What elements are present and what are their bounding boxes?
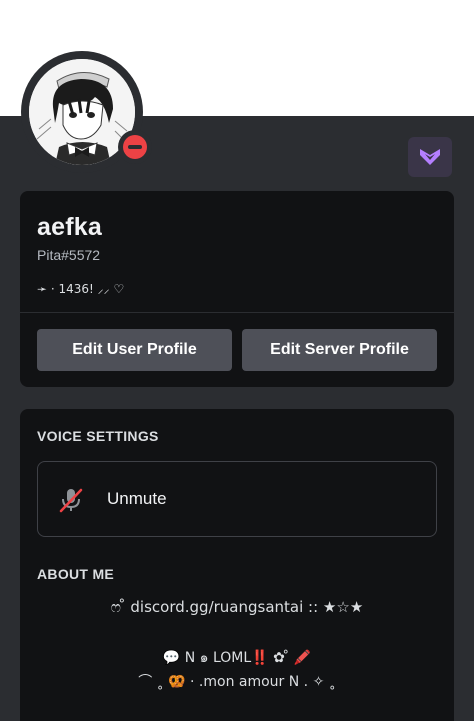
- custom-status: ➛ · 1436! ⸝⸝ ♡: [37, 282, 125, 296]
- unmute-button[interactable]: Unmute: [37, 461, 437, 537]
- profile-card: aefka Pita#5572 ➛ · 1436! ⸝⸝ ♡ Edit User…: [20, 191, 454, 387]
- status-indicator: [118, 130, 152, 164]
- about-me-title: ABOUT ME: [37, 566, 115, 582]
- edit-server-profile-button[interactable]: Edit Server Profile: [242, 329, 437, 371]
- edit-user-profile-button[interactable]: Edit User Profile: [37, 329, 232, 371]
- do-not-disturb-icon: [123, 135, 147, 159]
- about-me-line: ෆ ̊ discord.gg/ruangsantai :: ★☆★: [110, 598, 364, 616]
- about-me-line: 💬 N ๑ LOML‼️ ✿ ̊ 🖍️: [162, 650, 312, 666]
- display-name: aefka: [37, 213, 102, 241]
- user-tag: Pita#5572: [37, 247, 101, 263]
- nitro-icon: [420, 149, 440, 165]
- avatar-container[interactable]: [21, 51, 152, 173]
- unmute-label: Unmute: [107, 489, 167, 508]
- divider: [20, 312, 454, 313]
- voice-settings-title: VOICE SETTINGS: [37, 428, 159, 444]
- about-me-line: ⌒ ˳ 🥨 · .mon amour N . ✧ ˳: [138, 674, 336, 690]
- settings-card: VOICE SETTINGS Unmute ABOUT ME ෆ ̊ disco…: [20, 409, 454, 721]
- nitro-badge[interactable]: [408, 137, 452, 177]
- muted-microphone-icon: [59, 488, 83, 513]
